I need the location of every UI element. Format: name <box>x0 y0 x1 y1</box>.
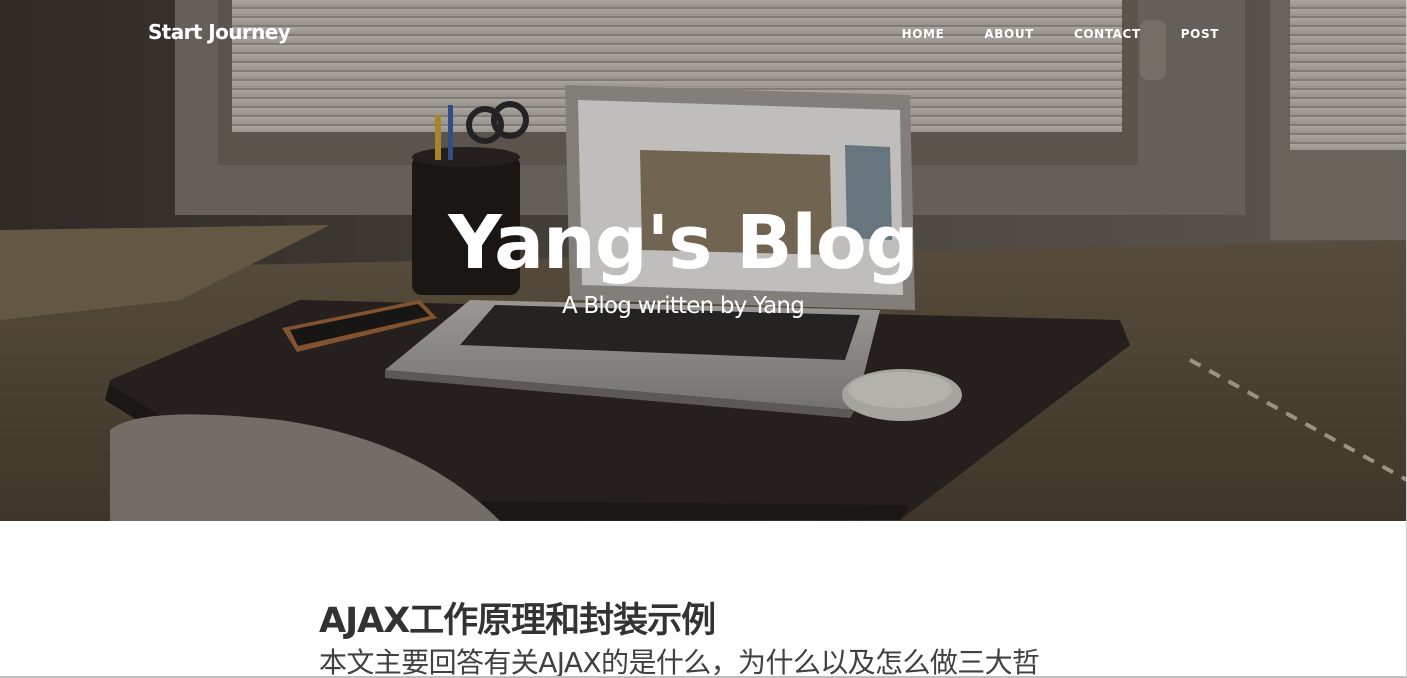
post-subtitle[interactable]: 本文主要回答有关AJAX的是什么，为什么以及怎么做三大哲 <box>319 643 1079 678</box>
site-heading: Yang's Blog A Blog written by Yang <box>0 198 1366 320</box>
post-preview[interactable]: AJAX工作原理和封装示例 本文主要回答有关AJAX的是什么，为什么以及怎么做三… <box>319 599 1079 678</box>
site-title: Yang's Blog <box>448 200 918 286</box>
site-subtitle: A Blog written by Yang <box>561 293 805 319</box>
hero-header: Start Journey HOME ABOUT CONTACT POST Ya… <box>0 0 1407 521</box>
nav-link-about[interactable]: ABOUT <box>964 27 1054 41</box>
nav-item: ABOUT <box>964 27 1054 41</box>
main-content: AJAX工作原理和封装示例 本文主要回答有关AJAX的是什么，为什么以及怎么做三… <box>0 521 1407 678</box>
top-navbar: Start Journey HOME ABOUT CONTACT POST <box>0 0 1407 70</box>
nav-item: CONTACT <box>1054 27 1161 41</box>
brand-link[interactable]: Start Journey <box>148 20 291 44</box>
nav-link-contact[interactable]: CONTACT <box>1054 27 1161 41</box>
nav-links: HOME ABOUT CONTACT POST <box>882 27 1219 41</box>
post-title[interactable]: AJAX工作原理和封装示例 <box>319 599 1079 643</box>
nav-item: POST <box>1161 27 1219 41</box>
nav-item: HOME <box>882 27 965 41</box>
page: Start Journey HOME ABOUT CONTACT POST Ya… <box>0 0 1407 678</box>
nav-link-post[interactable]: POST <box>1161 27 1219 41</box>
nav-link-home[interactable]: HOME <box>882 27 965 41</box>
